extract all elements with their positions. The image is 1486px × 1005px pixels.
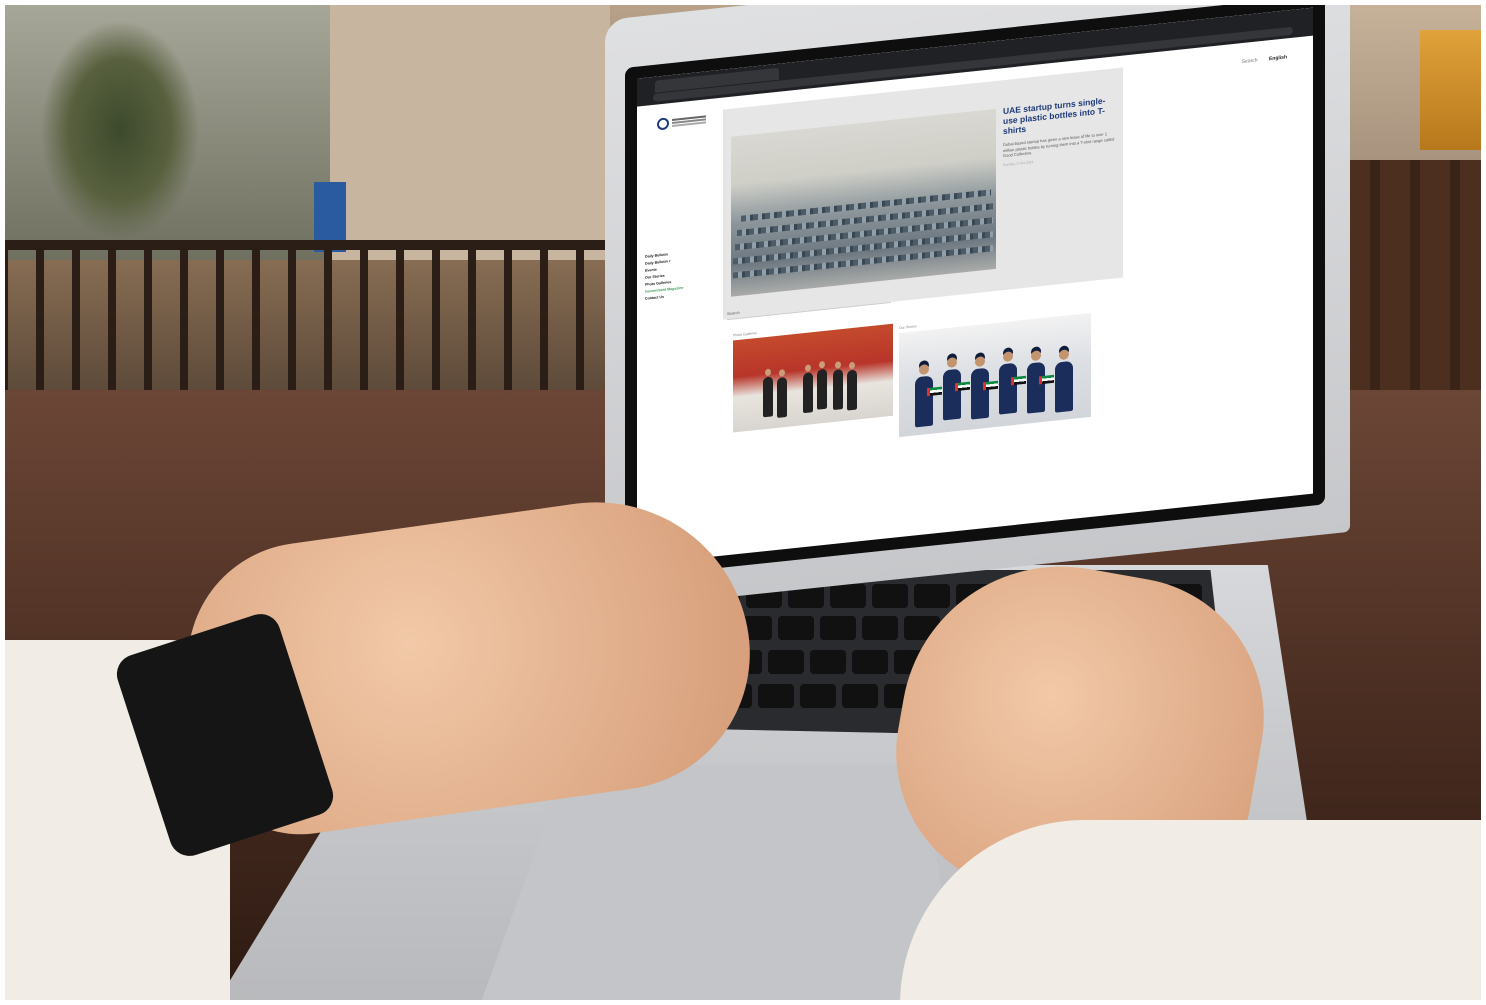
emblem-icon	[657, 117, 669, 131]
gallery-card-image[interactable]	[733, 323, 893, 433]
person	[817, 368, 827, 410]
card-category: Photo Galleries	[733, 331, 757, 338]
officer	[943, 368, 961, 421]
right-sleeve	[900, 820, 1486, 1005]
key	[842, 684, 878, 708]
side-nav: Daily Bulletin Daily Bulletin + Events O…	[645, 250, 683, 303]
uae-flag-icon	[927, 386, 942, 397]
hero-copy: UAE startup turns single-use plastic bot…	[1003, 94, 1115, 167]
language-link[interactable]: English	[1269, 54, 1287, 62]
person	[833, 368, 843, 411]
uae-flag-icon	[955, 381, 970, 392]
key	[820, 616, 856, 640]
hero-story[interactable]: UAE startup turns single-use plastic bot…	[723, 67, 1123, 320]
building	[330, 0, 610, 260]
uae-flag-icon	[1039, 374, 1054, 385]
screen-bezel: Search English Daily Bulletin Daily Bull…	[625, 0, 1325, 578]
palm-tree	[40, 20, 200, 240]
person	[847, 369, 857, 411]
officer	[1027, 361, 1045, 414]
top-links: Search English	[1232, 54, 1287, 66]
hero-image[interactable]	[731, 108, 996, 297]
officer	[915, 375, 933, 428]
site-logo[interactable]	[657, 113, 707, 132]
uae-flag-icon	[983, 380, 998, 391]
key	[810, 650, 846, 674]
key	[758, 684, 794, 708]
laptop-lid: Search English Daily Bulletin Daily Bull…	[605, 0, 1350, 611]
umbrella	[1420, 30, 1486, 150]
uae-flag-icon	[1011, 375, 1026, 386]
person	[763, 376, 773, 418]
laptop-screen: Search English Daily Bulletin Daily Bull…	[637, 7, 1313, 565]
hero-headline[interactable]: UAE startup turns single-use plastic bot…	[1003, 94, 1115, 136]
officer	[999, 362, 1017, 415]
key	[778, 616, 814, 640]
key	[830, 584, 866, 608]
key	[800, 684, 836, 708]
person	[803, 372, 813, 414]
officer	[1055, 360, 1073, 413]
story-card-image[interactable]	[899, 312, 1091, 438]
railing	[0, 240, 620, 250]
key	[872, 584, 908, 608]
railing	[1330, 160, 1486, 390]
key	[862, 616, 898, 640]
search-link[interactable]: Search	[1242, 57, 1258, 65]
key	[914, 584, 950, 608]
logo-wordmark	[672, 115, 706, 121]
card-category: Our Stories	[899, 324, 917, 331]
person	[777, 376, 787, 418]
key	[852, 650, 888, 674]
railing	[0, 250, 620, 390]
key	[768, 650, 804, 674]
officer	[971, 367, 989, 420]
